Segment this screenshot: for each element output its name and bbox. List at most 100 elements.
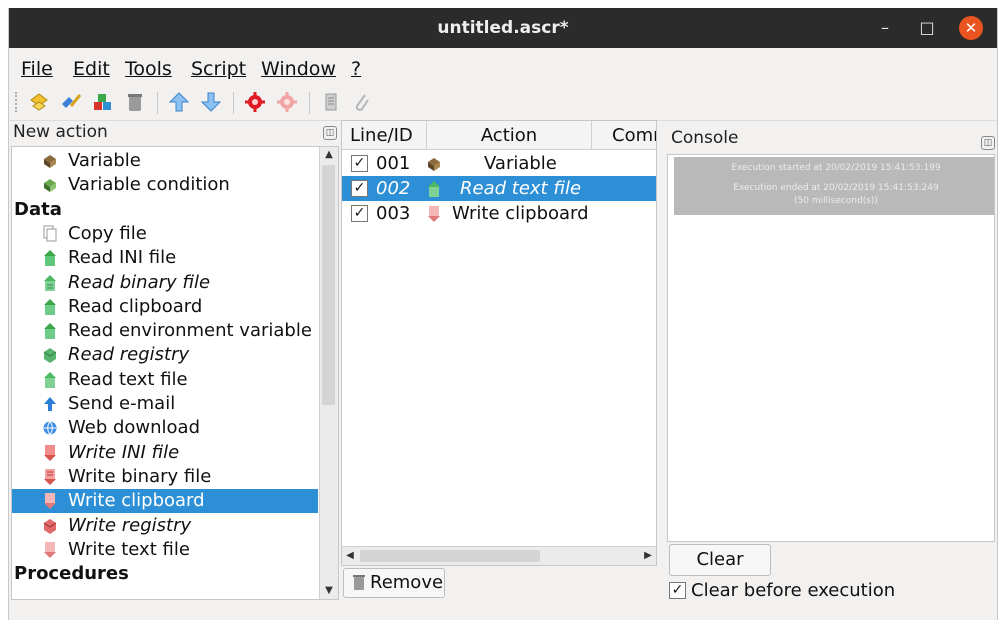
toolbar	[9, 84, 997, 121]
write-binary-icon	[42, 468, 58, 486]
horizontal-scrollbar[interactable]: ◀ ▶	[342, 546, 656, 565]
move-down-icon[interactable]	[199, 90, 223, 114]
tree-item-label: Read registry	[68, 344, 190, 366]
row-action-label: Write clipboard	[452, 203, 589, 224]
toolbar-separator	[233, 92, 234, 114]
tree-item-label: Write registry	[68, 514, 192, 536]
tree-item-label: Variable	[68, 150, 141, 171]
scroll-left-icon[interactable]: ◀	[342, 547, 358, 565]
tree-item[interactable]: Read INI file	[12, 246, 318, 270]
app-window: untitled.ascr* – □ ✕ File Edit Tools Scr…	[8, 8, 998, 620]
action-tree[interactable]: Procedures Write text file Write registry W…	[11, 146, 339, 600]
write-ini-icon	[42, 444, 58, 462]
remove-label: Remove	[370, 572, 444, 593]
tree-item[interactable]: Write binary file	[12, 465, 318, 489]
console-line: (50 millisecond(s))	[794, 196, 878, 206]
float-panel-icon[interactable]: ◫	[323, 126, 337, 140]
table-row[interactable]: ✓ 001 Variable	[342, 151, 656, 176]
menu-tools[interactable]: Tools	[125, 58, 172, 80]
table-row[interactable]: ✓ 003 Write clipboard	[342, 201, 656, 226]
stop-icon[interactable]	[275, 90, 299, 114]
clear-before-execution-label[interactable]: Clear before execution	[691, 580, 895, 601]
remove-button[interactable]: Remove	[343, 568, 445, 598]
table-row[interactable]: ✓ 002 Read text file	[342, 176, 656, 201]
console-title: Console	[671, 128, 739, 148]
tree-item[interactable]: Write INI file	[12, 441, 318, 465]
row-line-id: 002	[376, 178, 411, 199]
console-output: Execution started at 20/02/2019 15:41:53…	[667, 154, 995, 542]
tree-item-label: Send e-mail	[68, 393, 176, 414]
tree-category[interactable]: Procedures	[12, 562, 318, 586]
toolbar-grip[interactable]	[15, 92, 21, 112]
tree-item[interactable]: Web download	[12, 416, 318, 440]
read-registry-icon	[42, 346, 58, 364]
clear-before-execution-checkbox[interactable]: ✓	[669, 582, 686, 599]
tree-item[interactable]: Read text file	[12, 368, 318, 392]
column-header-comment[interactable]: Comm	[592, 121, 656, 149]
vertical-scrollbar[interactable]: ▲ ▼	[319, 147, 338, 599]
tree-item[interactable]: Write clipboard	[12, 489, 318, 514]
close-button[interactable]: ✕	[959, 16, 983, 40]
move-up-icon[interactable]	[167, 90, 191, 114]
tree-item[interactable]: Read clipboard	[12, 295, 318, 319]
scroll-right-icon[interactable]: ▶	[640, 547, 656, 565]
read-binary-icon	[42, 274, 58, 292]
open-icon[interactable]	[59, 90, 83, 114]
toolbar-separator	[309, 92, 310, 114]
script-table[interactable]: Line/ID Action Comm ◀ ▶ ✓ 001 Variable ✓ 002…	[341, 120, 657, 566]
new-icon[interactable]	[27, 90, 51, 114]
menu-script[interactable]: Script	[191, 58, 246, 80]
minimize-button[interactable]: –	[875, 18, 895, 38]
new-action-panel: New action ◫ Procedures Write text file Wr…	[11, 120, 339, 600]
tree-item[interactable]: Write registry	[12, 514, 318, 538]
scroll-thumb[interactable]	[322, 165, 335, 405]
menu-help-label: ?	[351, 58, 362, 80]
table-header: Line/ID Action Comm	[342, 121, 656, 150]
tree-item-label: Write clipboard	[68, 490, 205, 512]
menu-edit-label: Edit	[73, 58, 110, 80]
row-action-label: Variable	[484, 153, 557, 174]
tree-item-label: Variable condition	[68, 174, 230, 196]
tree-item[interactable]: Read binary file	[12, 271, 318, 295]
menu-file[interactable]: File	[21, 58, 53, 80]
tree-category[interactable]: Data	[12, 198, 318, 222]
save-icon[interactable]	[91, 90, 115, 114]
clear-button[interactable]: Clear	[669, 544, 771, 576]
column-header-action[interactable]: Action	[427, 121, 592, 149]
read-text-icon	[42, 371, 58, 389]
tree-item-label: Read text file	[68, 368, 188, 390]
scroll-up-icon[interactable]: ▲	[320, 147, 338, 163]
clear-label: Clear	[696, 549, 744, 570]
menu-window-label: Window	[261, 58, 336, 80]
console-line: Execution started at 20/02/2019 15:41:53…	[731, 163, 941, 173]
tree-item[interactable]: Read environment variable	[12, 319, 318, 343]
maximize-button[interactable]: □	[917, 18, 937, 38]
console-line: Execution ended at 20/02/2019 15:41:53:2…	[733, 183, 939, 193]
scroll-down-icon[interactable]: ▼	[320, 583, 338, 599]
send-email-icon	[42, 395, 58, 413]
tree-item[interactable]: Copy file	[12, 222, 318, 246]
execute-icon[interactable]	[243, 90, 267, 114]
tree-item[interactable]: Variable condition	[12, 173, 318, 197]
tree-item[interactable]: Send e-mail	[12, 392, 318, 416]
tree-item[interactable]: Variable	[12, 149, 318, 173]
row-enabled-checkbox[interactable]: ✓	[351, 180, 368, 197]
tree-item[interactable]: Read registry	[12, 343, 318, 367]
attach-icon[interactable]	[349, 90, 373, 114]
tree-item[interactable]: Write text file	[12, 538, 318, 562]
menu-edit[interactable]: Edit	[73, 58, 110, 80]
row-enabled-checkbox[interactable]: ✓	[351, 205, 368, 222]
row-enabled-checkbox[interactable]: ✓	[351, 155, 368, 172]
delete-icon[interactable]	[123, 90, 147, 114]
menu-help[interactable]: ?	[351, 58, 361, 80]
column-header-line-id[interactable]: Line/ID	[342, 121, 427, 149]
write-text-icon	[42, 541, 58, 559]
script-icon[interactable]	[319, 90, 343, 114]
tree-item-label: Read clipboard	[68, 295, 203, 317]
variable-icon	[426, 155, 442, 173]
read-env-icon	[42, 322, 58, 340]
console-log-block: Execution started at 20/02/2019 15:41:53…	[674, 157, 994, 215]
float-panel-icon[interactable]: ◫	[981, 136, 995, 150]
menu-window[interactable]: Window	[261, 58, 336, 80]
scroll-thumb[interactable]	[360, 550, 540, 562]
